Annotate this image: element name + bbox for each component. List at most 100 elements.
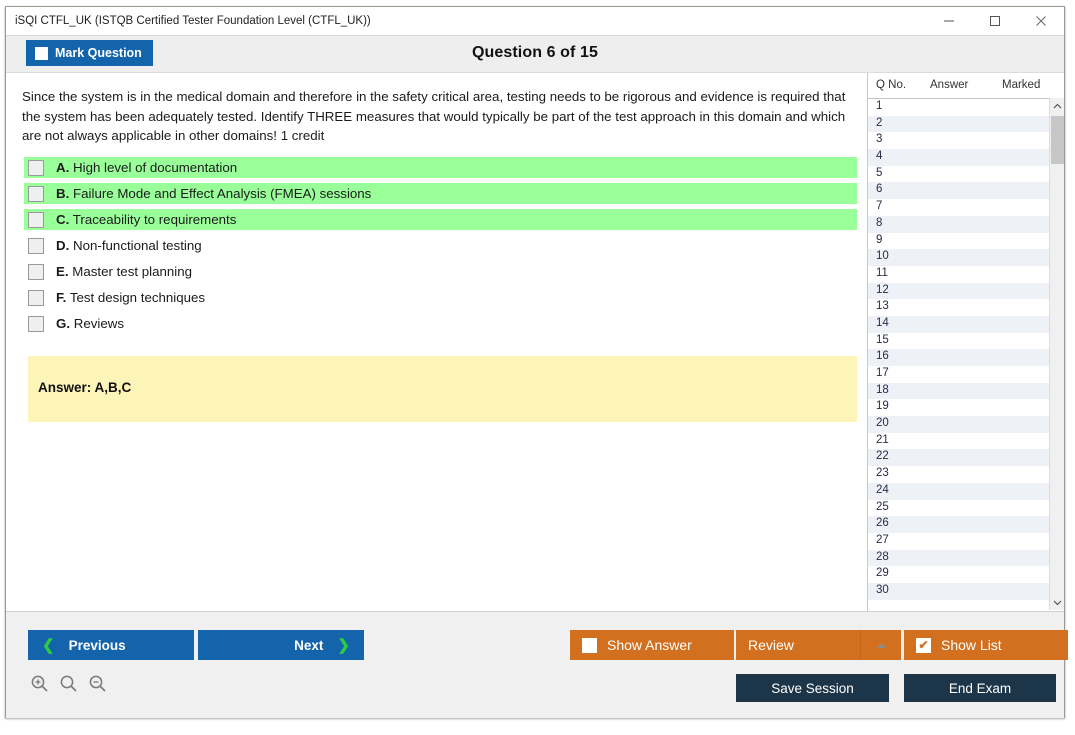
minimize-button[interactable] [926, 7, 972, 35]
question-list-row-number: 24 [876, 483, 889, 496]
review-dropdown-button[interactable]: Review [736, 630, 901, 660]
question-list-row[interactable]: 24 [868, 482, 1064, 500]
question-list-row[interactable]: 29 [868, 566, 1064, 583]
question-list-row-number: 1 [876, 100, 883, 112]
answer-option-b[interactable]: B. Failure Mode and Effect Analysis (FME… [24, 183, 857, 204]
zoom-controls [30, 674, 107, 693]
question-list-row[interactable]: 13 [868, 299, 1064, 316]
question-list-row[interactable]: 20 [868, 416, 1064, 433]
answer-option-text: Reviews [73, 316, 124, 331]
question-list-row-number: 17 [876, 367, 889, 379]
question-list-row[interactable]: 6 [868, 182, 1064, 200]
question-list-scrollbar[interactable] [1049, 98, 1064, 610]
question-list-row-number: 30 [876, 583, 889, 596]
scroll-up-button[interactable] [1050, 98, 1065, 114]
question-list-row[interactable]: 18 [868, 382, 1064, 400]
zoom-reset-button[interactable] [59, 674, 78, 693]
zoom-in-button[interactable] [30, 674, 49, 693]
question-list-row[interactable]: 15 [868, 332, 1064, 350]
answer-option-c[interactable]: C. Traceability to requirements [24, 209, 857, 230]
column-header-qno: Q No. [876, 79, 907, 91]
question-list-row[interactable]: 8 [868, 215, 1064, 233]
scroll-down-button[interactable] [1050, 594, 1065, 610]
window-title: iSQI CTFL_UK (ISTQB Certified Tester Fou… [15, 15, 371, 27]
question-list-row[interactable]: 19 [868, 399, 1064, 417]
answer-option-label: A. High level of documentation [56, 160, 237, 175]
question-list-row-number: 23 [876, 467, 889, 480]
question-header-bar: Mark Question Question 6 of 15 [6, 36, 1064, 73]
question-list-row[interactable]: 9 [868, 232, 1064, 250]
question-list-row-number: 9 [876, 233, 883, 246]
show-answer-button[interactable]: Show Answer [570, 630, 734, 660]
magnifier-icon [60, 675, 77, 692]
answer-option-e[interactable]: E. Master test planning [24, 261, 857, 282]
question-list-row-number: 29 [876, 567, 889, 580]
question-list-row[interactable]: 12 [868, 282, 1064, 300]
previous-label: Previous [68, 637, 126, 653]
answer-option-a[interactable]: A. High level of documentation [24, 157, 857, 178]
show-answer-label: Show Answer [607, 637, 692, 653]
question-list-row[interactable]: 14 [868, 315, 1064, 333]
answer-option-text: High level of documentation [73, 160, 238, 175]
window-frame: iSQI CTFL_UK (ISTQB Certified Tester Fou… [5, 6, 1068, 718]
answer-option-g[interactable]: G. Reviews [24, 313, 857, 334]
show-list-button[interactable]: ✔ Show List [904, 630, 1068, 660]
answer-option-checkbox[interactable] [28, 211, 44, 228]
maximize-icon [990, 16, 1000, 26]
answer-option-checkbox[interactable] [28, 263, 44, 280]
question-list-row[interactable]: 27 [868, 532, 1064, 550]
question-list-rows[interactable]: 1 2 3 4 5 6 7 8 9 10 11 12 13 14 15 16 17 18 19 20 21 22 23 24 2… [868, 99, 1064, 611]
show-list-checkbox-icon: ✔ [916, 637, 931, 653]
next-label: Next [294, 637, 324, 653]
question-list-row[interactable]: 21 [868, 432, 1064, 450]
answer-option-letter: D. [56, 238, 70, 253]
question-list-row[interactable]: 28 [868, 549, 1064, 567]
answer-option-d[interactable]: D. Non-functional testing [24, 235, 857, 256]
answer-option-letter: C. [56, 212, 70, 227]
answer-option-text: Master test planning [72, 264, 193, 279]
question-list-row[interactable]: 30 [868, 582, 1064, 600]
answer-option-text: Traceability to requirements [72, 212, 237, 227]
question-list-row-number: 4 [876, 150, 883, 163]
answer-options-list: A. High level of documentation B. Failure… [24, 157, 857, 339]
maximize-button[interactable] [972, 7, 1018, 35]
scrollbar-thumb[interactable] [1051, 116, 1064, 164]
question-list-row[interactable]: 11 [868, 265, 1064, 283]
answer-option-letter: E. [56, 264, 69, 279]
end-exam-button[interactable]: End Exam [904, 674, 1056, 702]
chevron-right-icon: ❯ [337, 636, 350, 654]
question-list-row[interactable]: 17 [868, 366, 1064, 383]
question-list-row[interactable]: 7 [868, 199, 1064, 216]
save-session-button[interactable]: Save Session [736, 674, 889, 702]
zoom-out-icon [89, 675, 106, 692]
question-list-row-number: 14 [876, 316, 889, 329]
review-dropdown-arrow[interactable] [860, 630, 901, 660]
question-list-row-number: 15 [876, 333, 889, 346]
zoom-out-button[interactable] [88, 674, 107, 693]
answer-option-checkbox[interactable] [28, 315, 44, 332]
question-list-row-number: 26 [876, 517, 889, 530]
question-list-row[interactable]: 10 [868, 249, 1064, 266]
question-list-row[interactable]: 4 [868, 149, 1064, 166]
triangle-up-icon [876, 642, 886, 648]
question-list-panel: Q No. Answer Marked 1 2 3 4 5 6 7 8 9 10 11 12 13 14 1… [867, 73, 1064, 611]
next-button[interactable]: Next ❯ [198, 630, 364, 660]
question-list-row[interactable]: 2 [868, 115, 1064, 133]
question-list-row[interactable]: 1 [868, 99, 1064, 116]
answer-option-f[interactable]: F. Test design techniques [24, 287, 857, 308]
answer-option-checkbox[interactable] [28, 185, 44, 202]
question-list-row[interactable]: 25 [868, 499, 1064, 517]
answer-option-checkbox[interactable] [28, 159, 44, 176]
question-list-row[interactable]: 16 [868, 349, 1064, 366]
answer-option-checkbox[interactable] [28, 289, 44, 306]
question-list-row-number: 10 [876, 250, 889, 263]
question-list-row[interactable]: 22 [868, 449, 1064, 467]
answer-option-text: Non-functional testing [73, 238, 202, 253]
previous-button[interactable]: ❮ Previous [28, 630, 194, 660]
answer-option-checkbox[interactable] [28, 237, 44, 254]
question-list-row[interactable]: 23 [868, 466, 1064, 483]
question-list-row[interactable]: 5 [868, 165, 1064, 183]
question-list-row[interactable]: 26 [868, 516, 1064, 533]
close-button[interactable] [1018, 7, 1064, 35]
question-list-row[interactable]: 3 [868, 132, 1064, 150]
